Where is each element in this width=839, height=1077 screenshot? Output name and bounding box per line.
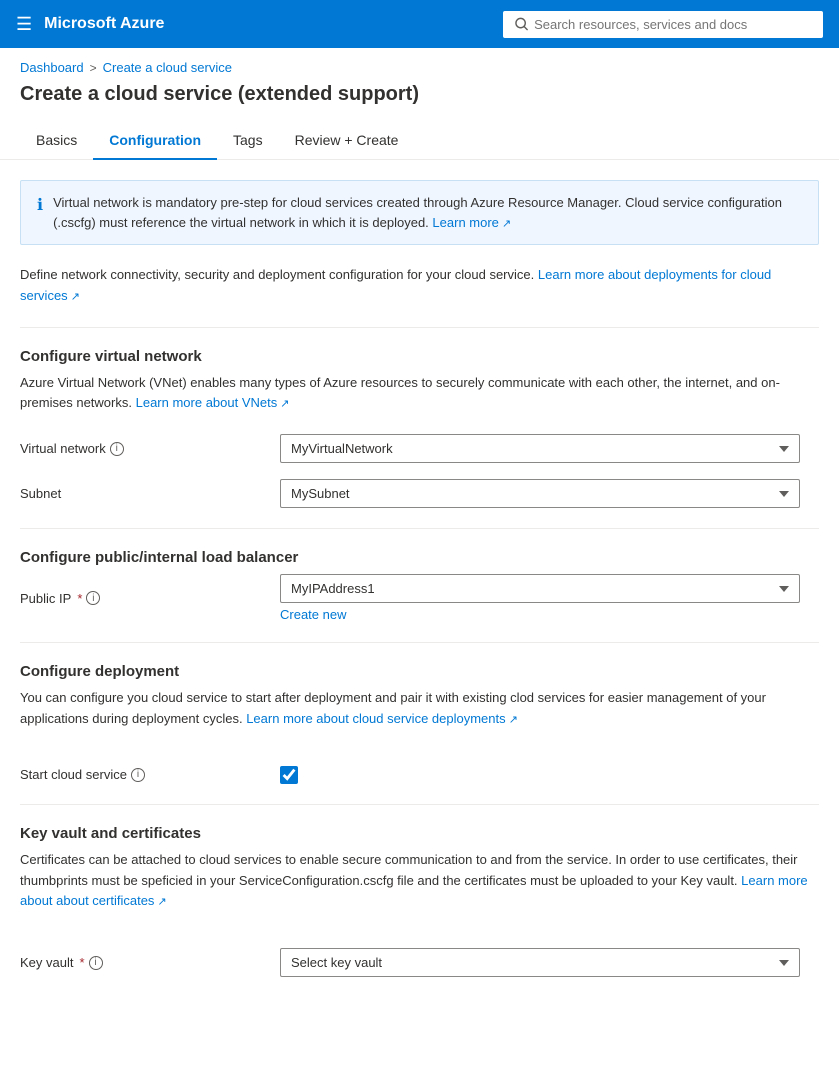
- breadcrumb-separator: >: [90, 61, 97, 75]
- start-cloud-service-label: Start cloud service i: [20, 767, 280, 782]
- app-logo: Microsoft Azure: [44, 15, 491, 33]
- divider-4: [20, 804, 819, 805]
- virtual-network-label: Virtual network i: [20, 441, 280, 456]
- deployment-learn-more-link[interactable]: Learn more about cloud service deploymen…: [246, 711, 518, 726]
- public-ip-label: Public IP * i: [20, 591, 280, 606]
- start-cloud-service-row: Start cloud service i: [20, 766, 819, 784]
- key-vault-row: Key vault * i Select key vault: [20, 948, 819, 977]
- info-icon: ℹ: [37, 194, 43, 232]
- content-area: ℹ Virtual network is mandatory pre-step …: [0, 160, 839, 1013]
- virtual-network-row: Virtual network i MyVirtualNetwork: [20, 434, 819, 463]
- tab-review-create[interactable]: Review + Create: [279, 122, 415, 160]
- public-ip-info-icon[interactable]: i: [86, 591, 100, 605]
- key-vault-section-heading: Key vault and certificates: [20, 825, 819, 842]
- divider-1: [20, 327, 819, 328]
- top-navigation: ☰ Microsoft Azure: [0, 0, 839, 48]
- breadcrumb: Dashboard > Create a cloud service: [0, 48, 839, 79]
- breadcrumb-home[interactable]: Dashboard: [20, 60, 84, 75]
- divider-3: [20, 642, 819, 643]
- page-description: Define network connectivity, security an…: [20, 265, 819, 307]
- tab-configuration[interactable]: Configuration: [93, 122, 217, 160]
- divider-2: [20, 528, 819, 529]
- tab-basics[interactable]: Basics: [20, 122, 93, 160]
- deployment-description: You can configure you cloud service to s…: [20, 688, 819, 730]
- deployment-section-heading: Configure deployment: [20, 663, 819, 680]
- public-ip-row: Public IP * i MyIPAddress1 Create new: [20, 574, 819, 622]
- start-cloud-service-checkbox[interactable]: [280, 766, 298, 784]
- search-box[interactable]: [503, 11, 823, 38]
- info-banner-learn-more-link[interactable]: Learn more: [432, 215, 511, 230]
- virtual-network-info-icon[interactable]: i: [110, 442, 124, 456]
- load-balancer-section-heading: Configure public/internal load balancer: [20, 549, 819, 566]
- virtual-network-control: MyVirtualNetwork: [280, 434, 800, 463]
- key-vault-required-star: *: [79, 955, 84, 970]
- key-vault-info-icon[interactable]: i: [89, 956, 103, 970]
- public-ip-control: MyIPAddress1 Create new: [280, 574, 800, 622]
- key-vault-control: Select key vault: [280, 948, 800, 977]
- create-new-link[interactable]: Create new: [280, 607, 800, 622]
- key-vault-label: Key vault * i: [20, 955, 280, 970]
- public-ip-select[interactable]: MyIPAddress1: [280, 574, 800, 603]
- key-vault-select[interactable]: Select key vault: [280, 948, 800, 977]
- required-star: *: [77, 591, 82, 606]
- search-input[interactable]: [534, 17, 811, 32]
- tab-tags[interactable]: Tags: [217, 122, 279, 160]
- tab-bar: Basics Configuration Tags Review + Creat…: [0, 122, 839, 160]
- hamburger-icon[interactable]: ☰: [16, 14, 32, 35]
- subnet-control: MySubnet: [280, 479, 800, 508]
- page-title: Create a cloud service (extended support…: [0, 79, 839, 122]
- info-banner: ℹ Virtual network is mandatory pre-step …: [20, 180, 819, 245]
- key-vault-description: Certificates can be attached to cloud se…: [20, 850, 819, 912]
- breadcrumb-current[interactable]: Create a cloud service: [103, 60, 232, 75]
- virtual-network-description: Azure Virtual Network (VNet) enables man…: [20, 373, 819, 415]
- start-cloud-service-info-icon[interactable]: i: [131, 768, 145, 782]
- vnets-learn-more-link[interactable]: Learn more about VNets: [136, 395, 290, 410]
- virtual-network-select[interactable]: MyVirtualNetwork: [280, 434, 800, 463]
- subnet-row: Subnet MySubnet: [20, 479, 819, 508]
- subnet-select[interactable]: MySubnet: [280, 479, 800, 508]
- subnet-label: Subnet: [20, 486, 280, 501]
- virtual-network-section-heading: Configure virtual network: [20, 348, 819, 365]
- info-banner-text: Virtual network is mandatory pre-step fo…: [53, 193, 802, 232]
- search-icon: [515, 17, 528, 31]
